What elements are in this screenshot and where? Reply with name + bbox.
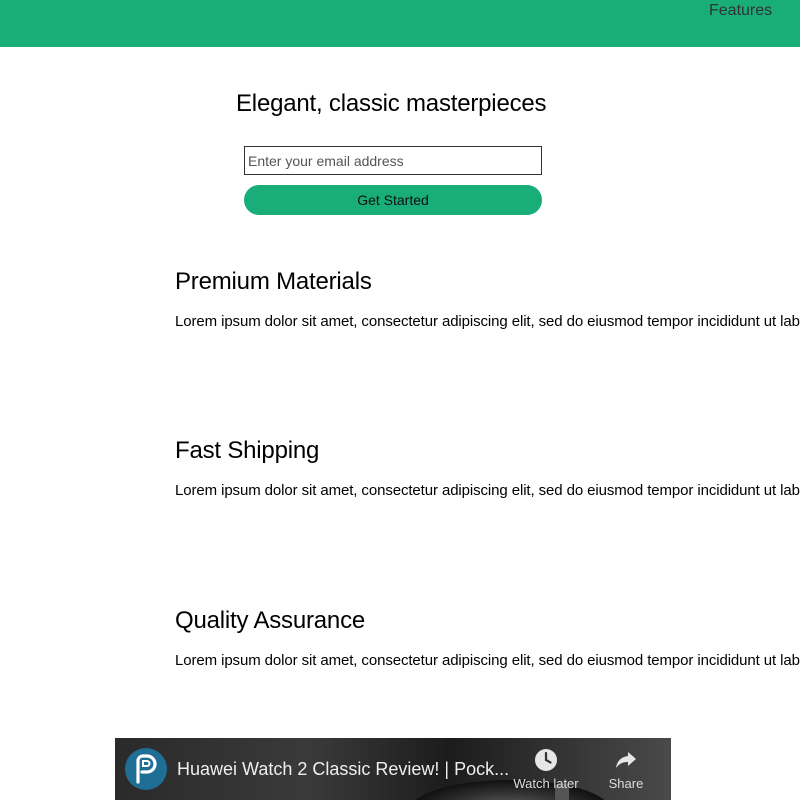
feature-premium-materials: Premium Materials Lorem ipsum dolor sit … [175, 268, 800, 330]
watch-later-button[interactable]: Watch later [506, 748, 586, 791]
embedded-video[interactable]: Huawei Watch 2 Classic Review! | Pock...… [115, 738, 671, 800]
clock-icon [506, 748, 586, 774]
feature-description: Lorem ipsum dolor sit amet, consectetur … [175, 313, 800, 330]
video-title[interactable]: Huawei Watch 2 Classic Review! | Pock... [177, 759, 509, 780]
feature-quality-assurance: Quality Assurance Lorem ipsum dolor sit … [175, 607, 800, 669]
feature-fast-shipping: Fast Shipping Lorem ipsum dolor sit amet… [175, 437, 800, 499]
feature-description: Lorem ipsum dolor sit amet, consectetur … [175, 482, 800, 499]
hero-title: Elegant, classic masterpieces [236, 90, 547, 117]
feature-description: Lorem ipsum dolor sit amet, consectetur … [175, 652, 800, 669]
feature-title: Premium Materials [175, 268, 372, 295]
feature-title: Quality Assurance [175, 607, 366, 634]
top-header: Features [0, 0, 800, 47]
share-label: Share [608, 776, 644, 791]
email-field[interactable] [244, 146, 542, 175]
watch-later-label: Watch later [513, 776, 579, 791]
share-button[interactable]: Share [586, 748, 666, 791]
pocketnow-logo-icon[interactable] [125, 748, 167, 790]
nav-link-features[interactable]: Features [709, 2, 772, 20]
share-arrow-icon [586, 748, 666, 774]
get-started-button[interactable]: Get Started [244, 185, 542, 215]
feature-title: Fast Shipping [175, 437, 320, 464]
